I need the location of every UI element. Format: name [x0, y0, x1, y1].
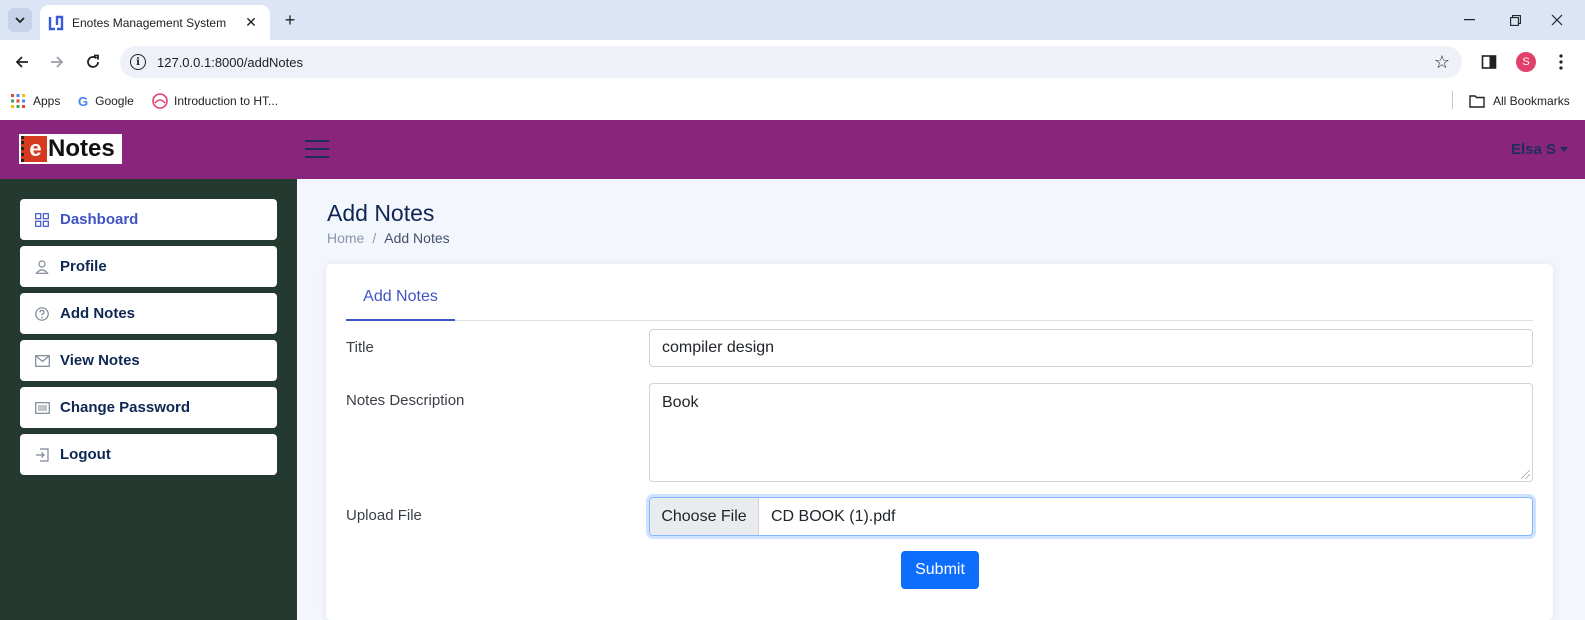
grid-icon [34, 212, 50, 228]
profile-avatar[interactable]: S [1516, 52, 1536, 72]
caret-down-icon [1560, 147, 1568, 152]
sidebar-item-label: Add Notes [60, 305, 135, 322]
browser-tab[interactable]: Enotes Management System ✕ [40, 5, 270, 40]
notes-description-textarea[interactable]: Book [649, 383, 1533, 482]
upload-file-label: Upload File [346, 507, 422, 524]
sidebar-toggle-hamburger-icon[interactable] [305, 138, 329, 160]
person-icon [34, 259, 50, 275]
side-panel-icon[interactable] [1477, 50, 1501, 74]
sidebar-item-profile[interactable]: Profile [20, 246, 277, 287]
sidebar-item-dashboard[interactable]: Dashboard [20, 199, 277, 240]
app-header [0, 120, 1585, 179]
selected-file-name: CD BOOK (1).pdf [771, 507, 896, 525]
reload-icon[interactable] [81, 50, 105, 74]
breadcrumb: Home / Add Notes [327, 230, 450, 246]
sidebar-item-label: View Notes [60, 352, 140, 369]
logo-text: Notes [48, 135, 115, 162]
back-arrow-icon[interactable] [10, 50, 34, 74]
logo-e: e [21, 136, 47, 162]
sidebar-item-label: Logout [60, 446, 111, 463]
tab-title: Enotes Management System [72, 15, 227, 30]
notes-description-value: Book [662, 394, 699, 411]
site-icon [152, 93, 168, 109]
bookmark-google[interactable]: G Google [78, 92, 134, 110]
user-name: Elsa S [1510, 141, 1556, 158]
bookmarks-bar: Apps G Google Introduction to HT... All … [0, 84, 1585, 118]
user-menu-dropdown[interactable]: Elsa S [1511, 141, 1568, 158]
restore-icon[interactable] [1492, 6, 1538, 34]
url-text[interactable]: 127.0.0.1:8000/addNotes [157, 55, 1434, 70]
close-window-icon[interactable] [1534, 6, 1580, 34]
all-bookmarks-label: All Bookmarks [1493, 94, 1570, 108]
bookmark-introduction[interactable]: Introduction to HT... [152, 92, 278, 110]
sidebar-item-logout[interactable]: Logout [20, 434, 277, 475]
browser-toolbar: i 127.0.0.1:8000/addNotes ☆ [0, 40, 1585, 84]
resize-grip-icon[interactable] [1521, 470, 1530, 479]
sidebar-item-view-notes[interactable]: View Notes [20, 340, 277, 381]
breadcrumb-current: Add Notes [384, 230, 450, 246]
list-icon [34, 400, 50, 416]
sidebar-item-label: Dashboard [60, 211, 139, 228]
upload-file-input[interactable]: Choose File CD BOOK (1).pdf [649, 497, 1533, 536]
sidebar-item-label: Change Password [60, 399, 191, 416]
box-arrow-in-right-icon [34, 447, 50, 463]
envelope-icon [34, 353, 50, 369]
sidebar-item-change-password[interactable]: Change Password [20, 387, 277, 428]
tabs-divider [346, 320, 1533, 321]
minimize-icon[interactable] [1446, 6, 1492, 34]
breadcrumb-home[interactable]: Home [327, 230, 364, 246]
bookmark-label: Introduction to HT... [174, 94, 279, 108]
forward-arrow-icon[interactable] [45, 50, 69, 74]
sidebar-item-label: Profile [60, 258, 107, 275]
folder-icon [1469, 95, 1485, 108]
bookmark-label: Google [95, 94, 134, 108]
notes-description-label: Notes Description [346, 392, 465, 409]
all-bookmarks[interactable]: All Bookmarks [1469, 92, 1570, 110]
bookmark-apps[interactable]: Apps [11, 92, 60, 110]
enotes-logo[interactable]: e Notes [19, 134, 122, 164]
submit-button[interactable]: Submit [901, 551, 979, 589]
browser-menu-icon[interactable] [1549, 50, 1573, 74]
address-bar[interactable]: i 127.0.0.1:8000/addNotes ☆ [120, 46, 1462, 78]
new-tab-plus-icon[interactable]: + [278, 8, 302, 32]
breadcrumb-separator: / [372, 230, 377, 246]
enotes-favicon-icon [48, 15, 64, 31]
tab-search-chevron-icon[interactable] [8, 8, 32, 32]
sidebar-item-add-notes[interactable]: Add Notes [20, 293, 277, 334]
tab-add-notes[interactable]: Add Notes [346, 288, 455, 321]
title-label: Title [346, 339, 374, 356]
google-icon: G [78, 93, 89, 109]
page-title: Add Notes [327, 200, 435, 226]
choose-file-button[interactable]: Choose File [650, 498, 759, 535]
bookmarks-divider [1452, 91, 1453, 109]
bookmark-label: Apps [33, 94, 61, 108]
question-circle-icon [34, 306, 50, 322]
bookmark-star-icon[interactable]: ☆ [1434, 52, 1450, 73]
apps-grid-icon [11, 94, 25, 108]
site-info-icon[interactable]: i [130, 54, 146, 70]
tab-close-icon[interactable]: ✕ [240, 12, 262, 34]
title-input[interactable]: compiler design [649, 329, 1533, 367]
